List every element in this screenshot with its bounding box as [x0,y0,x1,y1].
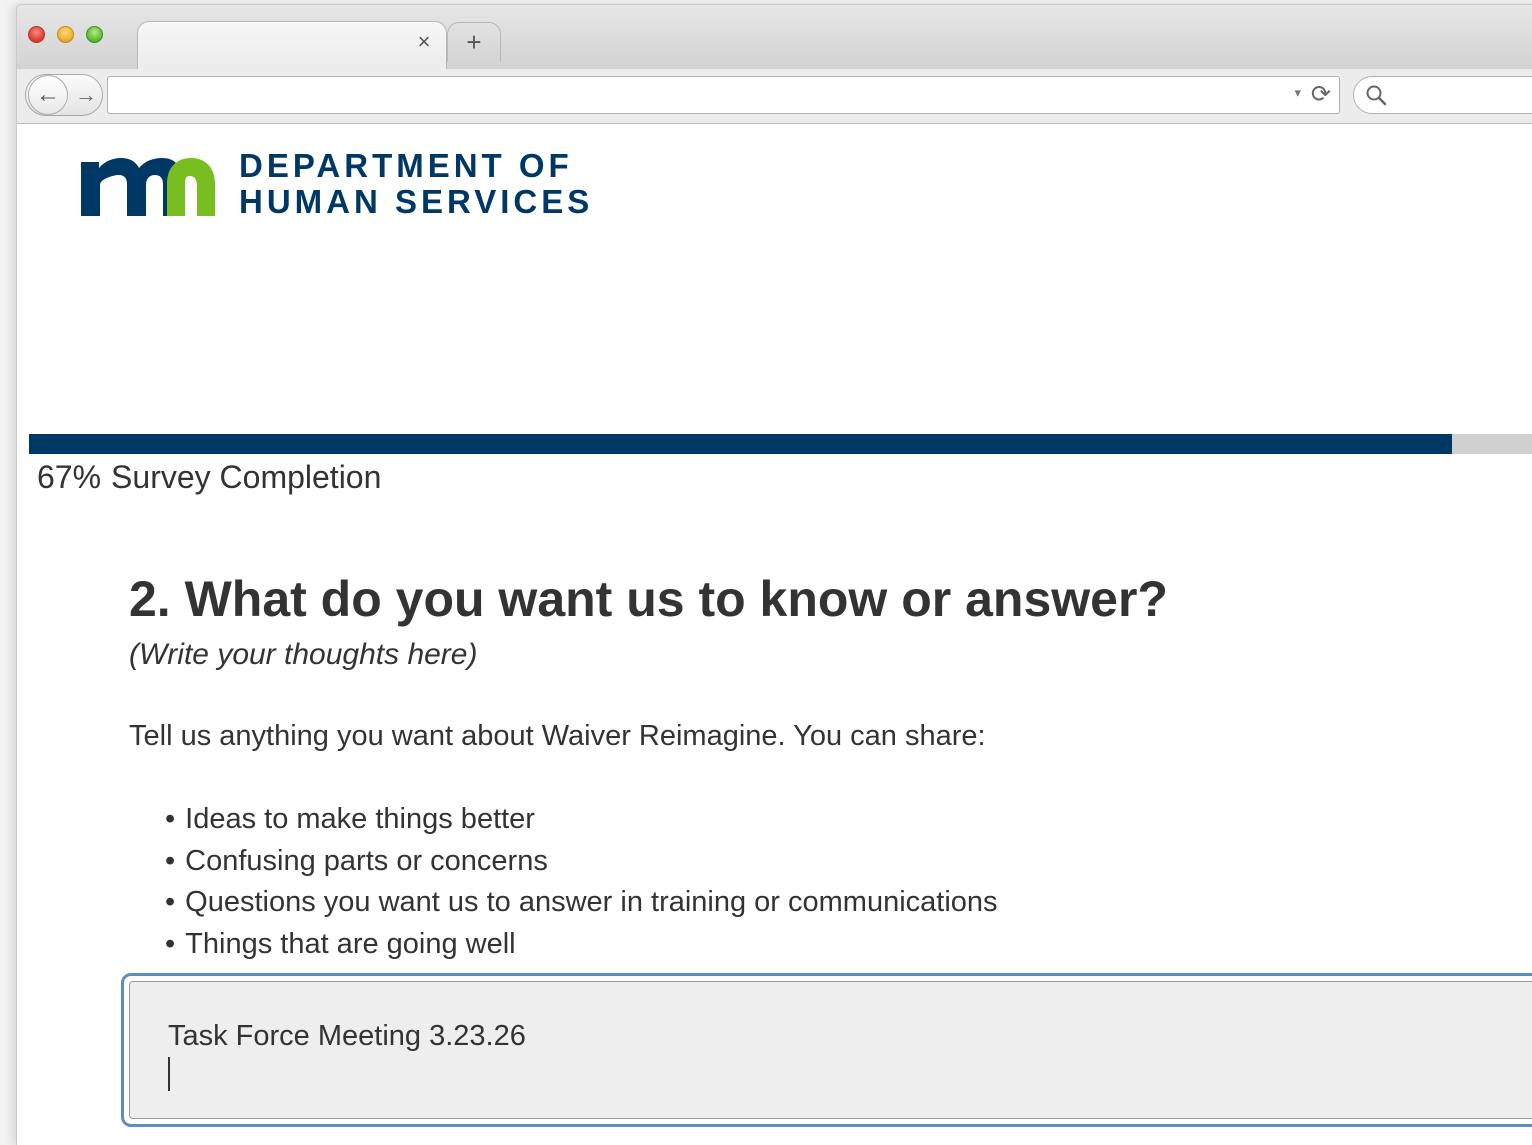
answer-textarea-focus: Task Force Meeting 3.23.26 [121,973,1532,1127]
answer-textarea[interactable]: Task Force Meeting 3.23.26 [129,981,1532,1119]
reload-icon[interactable]: ⟳ [1311,80,1331,109]
list-item: Questions you want us to answer in train… [165,882,997,924]
text-cursor [168,1057,170,1091]
progress-label: 67% Survey Completion [37,459,381,496]
list-item: Things that are going well [165,924,998,966]
progress-caption: Survey Completion [111,459,382,495]
browser-window: × + ← → ▾ ⟳ DEPARTMENT OF HUMAN SERVICES… [16,4,1532,1145]
suggestion-list: Ideas to make things better Confusing pa… [165,799,998,966]
question-intro: Tell us anything you want about Waiver R… [129,720,986,752]
search-icon [1364,83,1388,112]
back-arrow-icon[interactable]: ← [28,75,68,115]
question-hint: (Write your thoughts here) [129,638,478,671]
close-window-button[interactable] [28,26,45,43]
progress-percent: 67% [37,459,102,495]
new-tab-button[interactable]: + [447,22,501,62]
browser-toolbar: ← → ▾ ⟳ [17,69,1532,124]
logo-line-2: HUMAN SERVICES [239,183,594,220]
logo-line-1: DEPARTMENT OF [239,147,573,184]
minimize-window-button[interactable] [57,26,74,43]
list-item: Confusing parts or concerns [165,841,998,883]
forward-arrow-icon[interactable]: → [72,75,100,115]
page-content: DEPARTMENT OF HUMAN SERVICES 67% Survey C… [17,124,1532,1145]
search-bar[interactable] [1353,76,1532,114]
dhs-logo[interactable]: DEPARTMENT OF HUMAN SERVICES [77,148,597,220]
list-item: Ideas to make things better [165,799,998,841]
zoom-window-button[interactable] [86,26,103,43]
title-bar: × + [17,5,1532,69]
close-tab-icon[interactable]: × [414,31,434,53]
logo-wordmark: DEPARTMENT OF HUMAN SERVICES [239,148,593,220]
address-bar[interactable]: ▾ ⟳ [107,76,1340,114]
browser-tab[interactable]: × [137,21,447,69]
nav-buttons: ← → [25,74,103,116]
progress-bar-fill [29,434,1452,454]
history-dropdown-icon[interactable]: ▾ [1294,85,1301,101]
progress-bar [29,434,1532,454]
question-title: 2. What do you want us to know or answer… [129,571,1168,627]
answer-text: Task Force Meeting 3.23.26 [168,1020,526,1052]
mn-logo-icon [77,150,219,223]
